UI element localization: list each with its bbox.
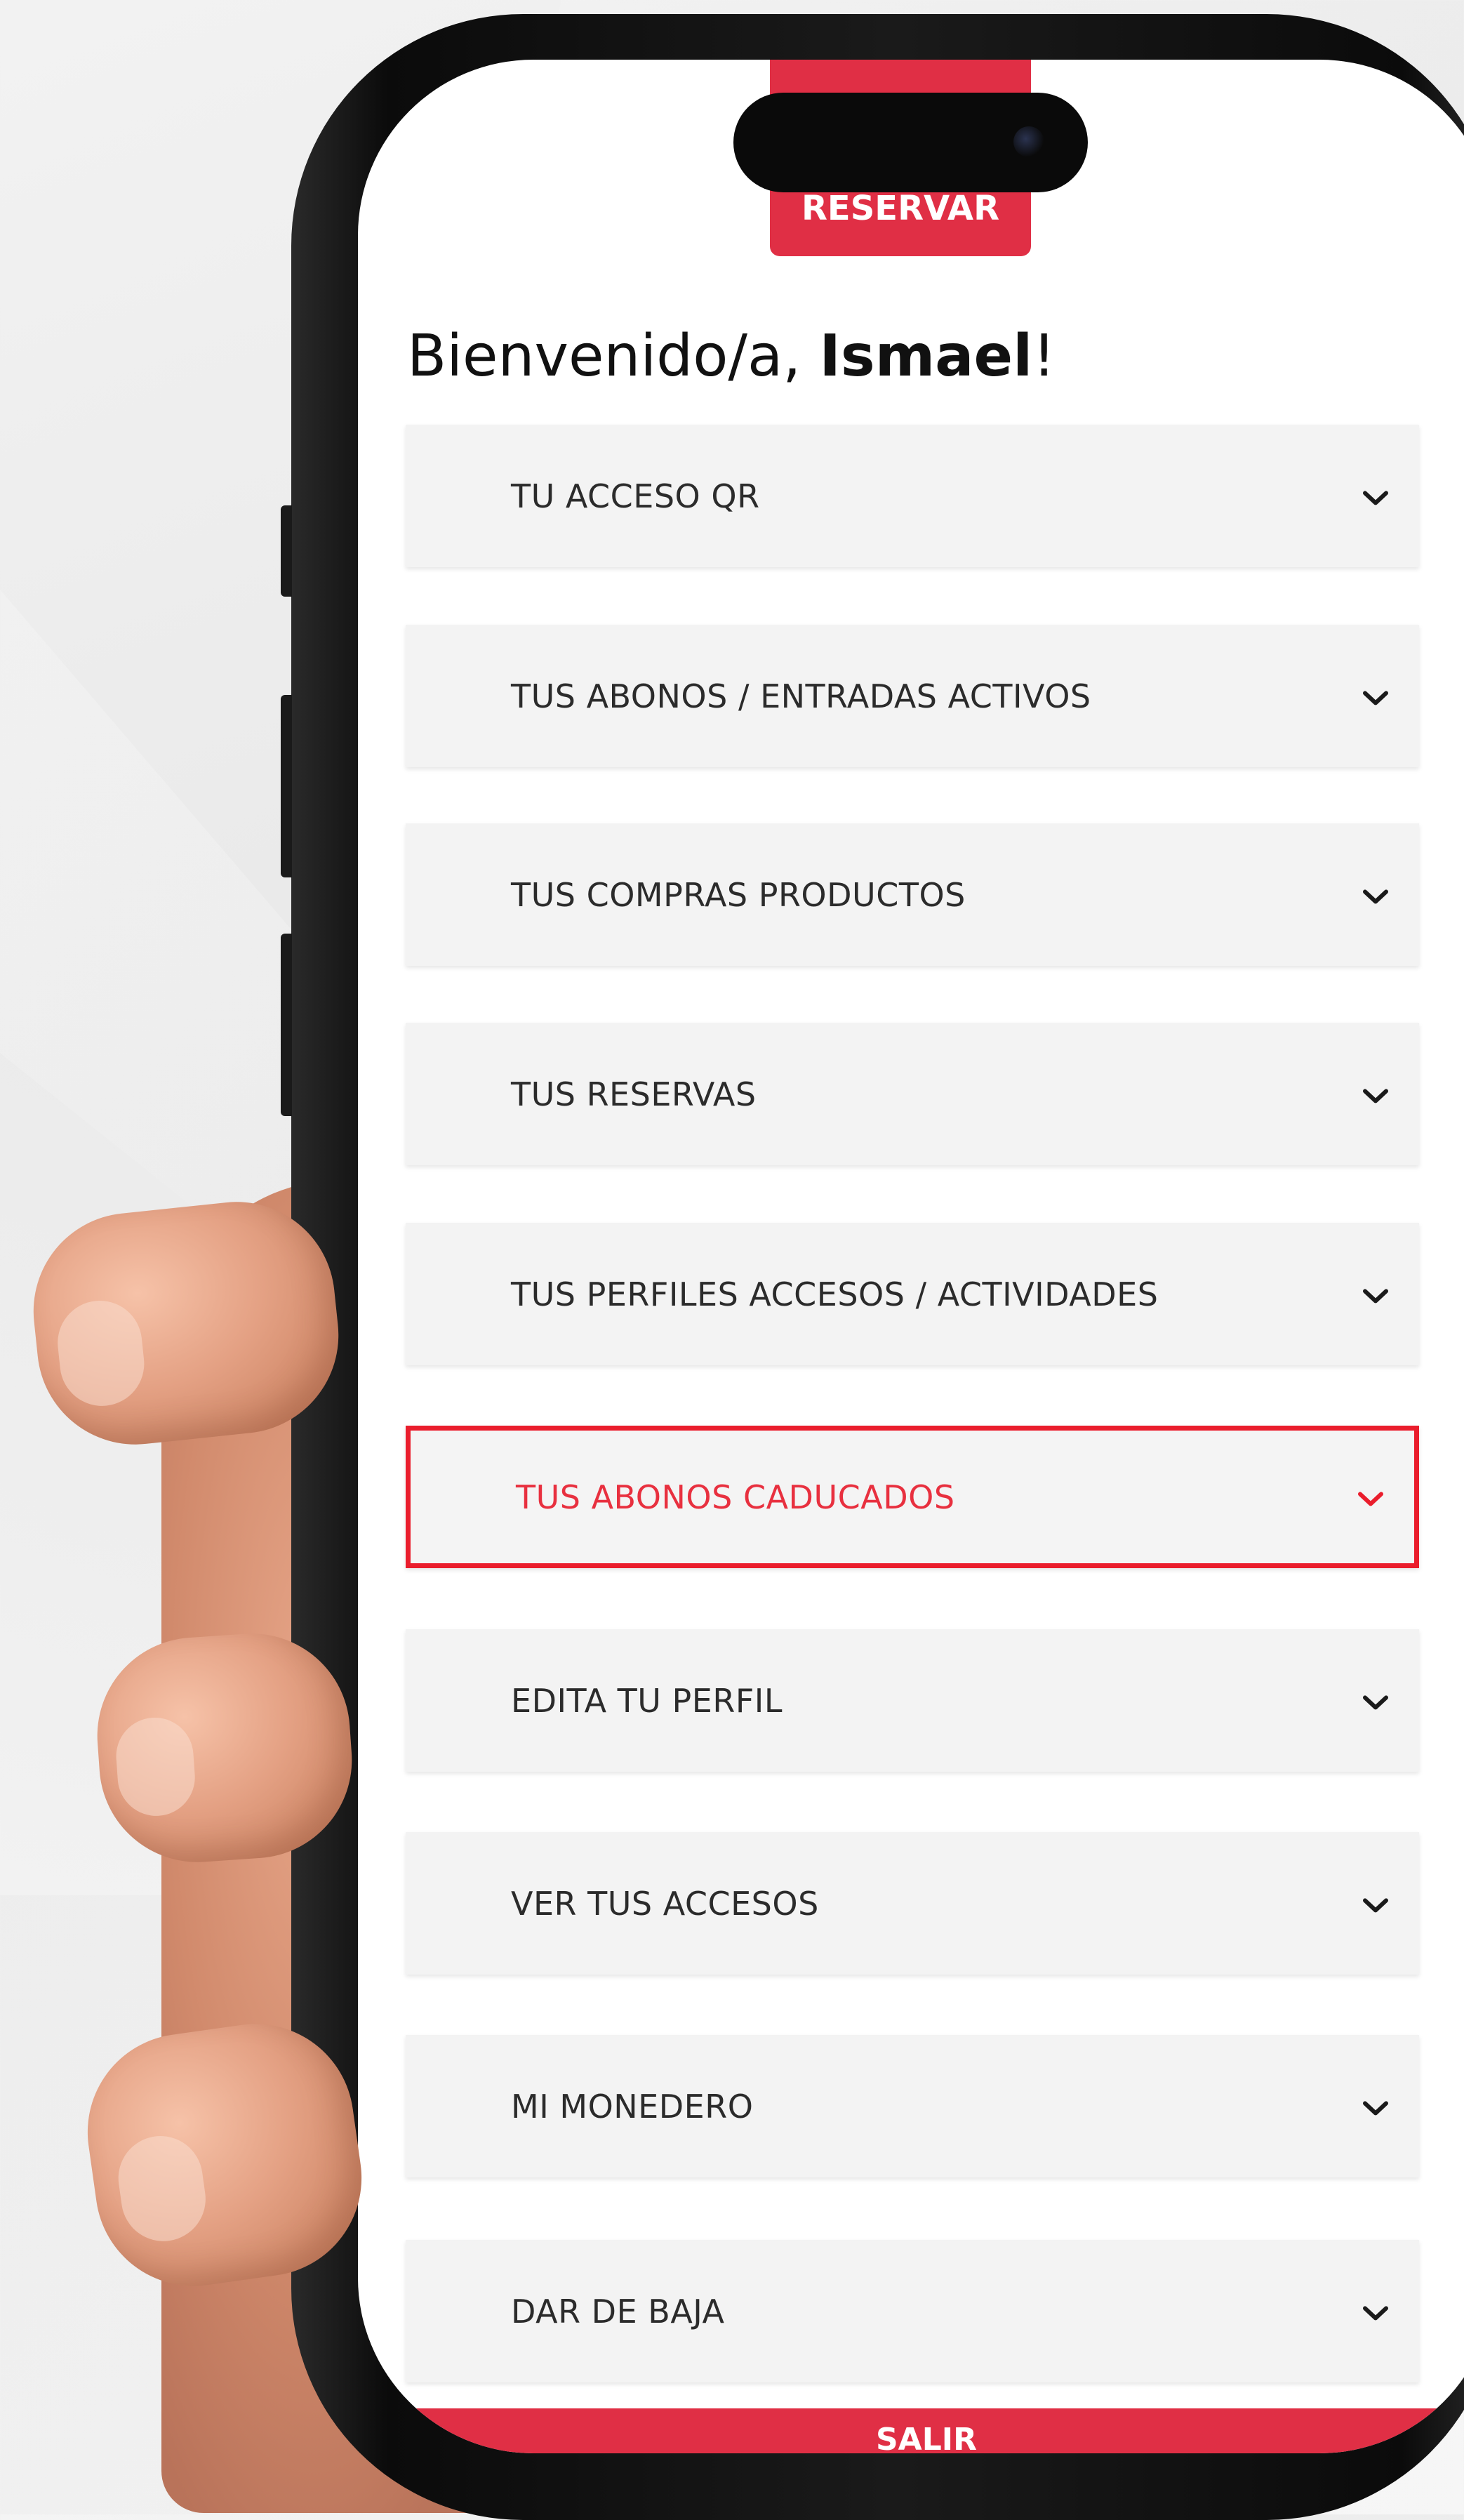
welcome-greeting: Bienvenido/a, (407, 323, 820, 390)
menu-item[interactable]: MI MONEDERO (406, 2035, 1419, 2177)
menu-item[interactable]: VER TUS ACCESOS (406, 1832, 1419, 1975)
menu-item-label: TU ACCESO QR (511, 477, 760, 515)
chevron-down-icon[interactable] (1362, 489, 1390, 506)
menu-item[interactable]: TUS PERFILES ACCESOS / ACTIVIDADES (406, 1223, 1419, 1365)
chevron-down-icon[interactable] (1357, 1490, 1385, 1507)
menu-item[interactable]: TU ACCESO QR (406, 425, 1419, 567)
menu-item[interactable]: EDITA TU PERFIL (406, 1629, 1419, 1772)
menu-item-label: MI MONEDERO (511, 2087, 754, 2126)
chevron-down-icon[interactable] (1362, 1897, 1390, 1914)
fingernail (112, 2130, 211, 2247)
user-name: Ismael (819, 323, 1033, 390)
front-camera (1013, 126, 1044, 157)
phone-side-button (281, 695, 292, 877)
chevron-down-icon[interactable] (1362, 689, 1390, 706)
menu-item[interactable]: TUS ABONOS / ENTRADAS ACTIVOS (406, 625, 1419, 767)
menu-item[interactable]: TUS ABONOS CADUCADOS (406, 1426, 1419, 1568)
finger (91, 1626, 359, 1869)
fingernail (53, 1297, 149, 1410)
phone-screen: RESERVAR Bienvenido/a, Ismael! TU ACCESO… (358, 60, 1464, 2453)
menu-item-label: TUS PERFILES ACCESOS / ACTIVIDADES (511, 1275, 1159, 1313)
welcome-punct: ! (1032, 323, 1056, 390)
dynamic-island (733, 93, 1088, 192)
chevron-down-icon[interactable] (1362, 1694, 1390, 1711)
chevron-down-icon[interactable] (1362, 2100, 1390, 2116)
menu-item-label: EDITA TU PERFIL (511, 1681, 783, 1720)
menu-item-label: TUS ABONOS / ENTRADAS ACTIVOS (511, 677, 1091, 715)
logout-button[interactable]: SALIR (358, 2408, 1464, 2453)
welcome-heading: Bienvenido/a, Ismael! (407, 323, 1056, 390)
chevron-down-icon[interactable] (1362, 1087, 1390, 1104)
menu-item-label: TUS COMPRAS PRODUCTOS (511, 875, 966, 914)
menu-item-label: TUS ABONOS CADUCADOS (516, 1478, 955, 1516)
phone-side-button (281, 505, 292, 597)
menu-item[interactable]: TUS COMPRAS PRODUCTOS (406, 823, 1419, 966)
chevron-down-icon[interactable] (1362, 888, 1390, 905)
phone-side-button (281, 934, 292, 1116)
chevron-down-icon[interactable] (1362, 1287, 1390, 1304)
menu-item-label: VER TUS ACCESOS (511, 1884, 819, 1923)
menu-item-label: TUS RESERVAS (511, 1075, 757, 1113)
menu-item[interactable]: DAR DE BAJA (406, 2240, 1419, 2382)
fingernail (113, 1715, 198, 1819)
menu-item[interactable]: TUS RESERVAS (406, 1023, 1419, 1165)
menu-item-label: DAR DE BAJA (511, 2292, 725, 2330)
chevron-down-icon[interactable] (1362, 2305, 1390, 2321)
